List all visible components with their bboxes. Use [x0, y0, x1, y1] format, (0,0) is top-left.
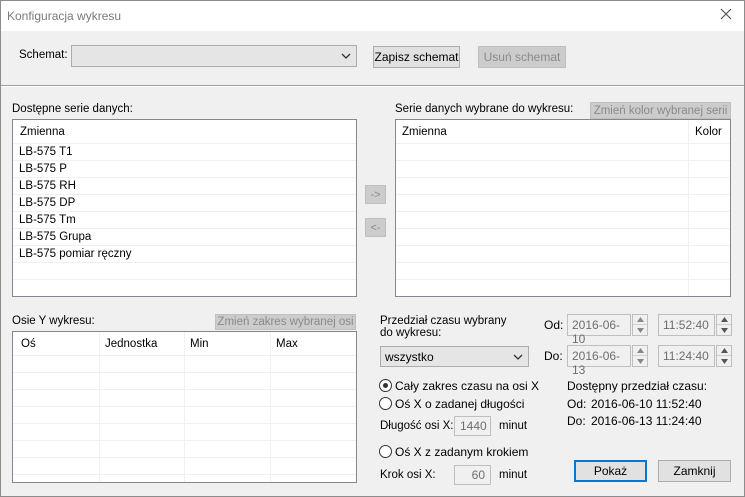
list-item[interactable]: LB-575 Grupa: [13, 229, 356, 246]
empty-row: [13, 263, 356, 280]
table-row: [13, 356, 356, 373]
title-bar: Konfiguracja wykresu: [1, 1, 744, 31]
available-from-label: Od:: [567, 397, 587, 411]
table-row: [13, 390, 356, 407]
column-header-unit: Jednostka: [105, 338, 158, 350]
radio-fixed-step-label[interactable]: Oś X z zadanym krokiem: [395, 445, 528, 459]
axis-step-unit: minut: [499, 469, 528, 481]
schema-select[interactable]: [71, 45, 357, 67]
from-date-input[interactable]: 2016-06-10: [567, 314, 631, 346]
divider: [1, 85, 744, 87]
spin-down-icon[interactable]: [717, 325, 731, 335]
from-label: Od:: [544, 318, 564, 332]
axis-length-input[interactable]: 1440: [454, 416, 491, 436]
time-range-title-line2: do wykresu:: [380, 327, 442, 339]
axis-length-unit: minut: [499, 420, 528, 432]
radio-fixed-length[interactable]: [379, 397, 392, 410]
available-from-value: 2016-06-10 11:52:40: [591, 397, 702, 411]
list-item[interactable]: LB-575 T1: [13, 144, 356, 161]
close-button[interactable]: Zamknij: [658, 460, 731, 482]
to-date-input[interactable]: 2016-06-13: [567, 345, 631, 377]
remove-series-button[interactable]: <-: [365, 218, 386, 237]
axis-step-input[interactable]: 60: [454, 465, 491, 485]
window-title: Konfiguracja wykresu: [7, 9, 122, 23]
list-item[interactable]: LB-575 Tm: [13, 212, 356, 229]
axis-length-label: Długość osi X:: [380, 420, 454, 432]
time-range-select[interactable]: wszystko: [380, 346, 529, 367]
schema-label: Schemat:: [19, 49, 68, 61]
list-item[interactable]: LB-575 DP: [13, 195, 356, 212]
column-header-variable: Zmienna: [20, 126, 65, 138]
to-time-input[interactable]: 11:24:40: [658, 345, 715, 367]
save-schema-button[interactable]: Zapisz schemat: [373, 46, 460, 68]
table-row: [396, 178, 730, 195]
spin-down-icon[interactable]: [633, 325, 647, 335]
radio-full-range-label[interactable]: Cały zakres czasu na osi X: [395, 379, 539, 393]
radio-fixed-step[interactable]: [379, 445, 392, 458]
available-series-header: Zmienna: [13, 120, 356, 144]
spin-down-icon[interactable]: [717, 356, 731, 366]
axis-step-label: Krok osi X:: [380, 469, 436, 481]
change-series-color-button[interactable]: Zmień kolor wybranej serii: [590, 102, 731, 119]
selected-series-title: Serie danych wybrane do wykresu:: [395, 103, 574, 115]
column-header-variable: Zmienna: [402, 126, 447, 138]
to-date-spinner[interactable]: [632, 345, 648, 367]
column-header-max: Max: [276, 338, 298, 350]
spin-down-icon[interactable]: [633, 356, 647, 366]
chart-config-window: Konfiguracja wykresu Schemat: Zapisz sch…: [0, 0, 745, 497]
list-item[interactable]: LB-575 pomiar ręczny: [13, 246, 356, 263]
spin-up-icon[interactable]: [633, 315, 647, 325]
spin-up-icon[interactable]: [633, 346, 647, 356]
available-series-title: Dostępne serie danych:: [12, 103, 133, 115]
column-header-min: Min: [190, 338, 209, 350]
time-range-title-line1: Przedział czasu wybrany: [380, 315, 507, 327]
y-axes-title: Osie Y wykresu:: [12, 315, 95, 327]
table-row: [13, 407, 356, 424]
from-time-input[interactable]: 11:52:40: [658, 314, 715, 336]
from-time-spinner[interactable]: [716, 314, 732, 336]
available-to-label: Do:: [567, 414, 586, 428]
table-row: [396, 212, 730, 229]
available-to-value: 2016-06-13 11:24:40: [591, 414, 702, 428]
spin-up-icon[interactable]: [717, 315, 731, 325]
selected-series-grid[interactable]: Zmienna Kolor: [395, 119, 731, 297]
chevron-down-icon: [513, 354, 523, 360]
list-item[interactable]: LB-575 RH: [13, 178, 356, 195]
table-row: [396, 161, 730, 178]
list-item[interactable]: LB-575 P: [13, 161, 356, 178]
y-axes-grid[interactable]: Oś Jednostka Min Max: [12, 331, 357, 483]
available-range-title: Dostępny przedział czasu:: [567, 379, 708, 393]
show-button[interactable]: Pokaż: [574, 460, 647, 482]
selected-series-header: Zmienna Kolor: [396, 120, 730, 144]
change-axis-range-button[interactable]: Zmień zakres wybranej osi: [215, 314, 356, 330]
spin-up-icon[interactable]: [717, 346, 731, 356]
empty-row: [13, 280, 356, 296]
from-date-spinner[interactable]: [632, 314, 648, 336]
table-row: [13, 458, 356, 475]
table-row: [13, 424, 356, 441]
close-icon[interactable]: [718, 6, 734, 22]
add-series-button[interactable]: ->: [365, 185, 386, 204]
column-header-axis: Oś: [21, 338, 36, 350]
table-row: [396, 229, 730, 246]
table-row: [396, 195, 730, 212]
column-header-color: Kolor: [695, 126, 722, 138]
delete-schema-button[interactable]: Usuń schemat: [478, 46, 566, 68]
chevron-down-icon: [341, 53, 351, 59]
table-row: [396, 263, 730, 280]
table-row: [13, 441, 356, 458]
radio-fixed-length-label[interactable]: Oś X o zadanej długości: [395, 397, 524, 411]
table-row: [396, 246, 730, 263]
to-label: Do:: [544, 349, 563, 363]
radio-full-range[interactable]: [379, 379, 392, 392]
table-row: [396, 144, 730, 161]
to-time-spinner[interactable]: [716, 345, 732, 367]
table-row: [396, 280, 730, 296]
table-row: [13, 373, 356, 390]
available-series-list[interactable]: Zmienna LB-575 T1 LB-575 P LB-575 RH LB-575…: [12, 119, 357, 297]
